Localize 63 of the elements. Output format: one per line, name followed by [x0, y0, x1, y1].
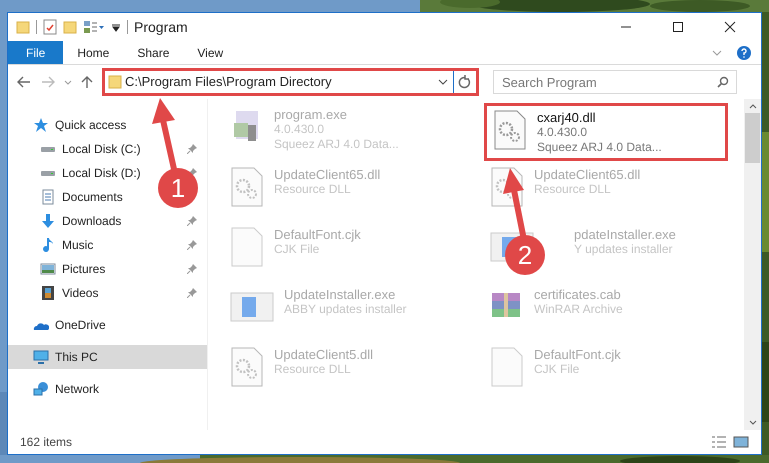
status-item-count: 162 items: [20, 434, 72, 451]
address-path: C:\Program Files\Program Directory: [125, 73, 332, 92]
details-view-icon[interactable]: [711, 435, 727, 449]
pin-icon[interactable]: [187, 264, 197, 274]
sidebar-item[interactable]: Downloads: [62, 212, 122, 230]
sidebar-item[interactable]: This PC: [55, 348, 98, 366]
file-detail: Squeez ARJ 4.0 Data...: [274, 137, 399, 152]
drive-icon: [40, 146, 56, 152]
view-list-icon[interactable]: [83, 20, 105, 34]
pin-icon[interactable]: [187, 240, 197, 250]
film-icon: [40, 285, 56, 301]
help-icon[interactable]: [737, 46, 751, 60]
sidebar-item[interactable]: Documents: [62, 188, 123, 206]
file-detail: 4.0.430.0: [537, 125, 588, 140]
ribbon-tab[interactable]: File: [8, 41, 64, 64]
network-globe-icon: [33, 381, 49, 397]
sidebar-item[interactable]: Local Disk (D:): [62, 164, 141, 182]
search-icon[interactable]: [717, 76, 729, 88]
ribbon-tab[interactable]: View: [183, 41, 238, 64]
window-title: Program: [134, 18, 188, 37]
sidebar-item[interactable]: Videos: [62, 284, 98, 302]
file-detail: Resource DLL: [274, 362, 352, 377]
pin-icon[interactable]: [187, 216, 197, 226]
pin-icon[interactable]: [187, 288, 197, 298]
ribbon-tab[interactable]: Home: [63, 41, 124, 64]
scrollbar-thumb[interactable]: [745, 113, 760, 163]
monitor-icon: [33, 349, 49, 365]
blank-file-icon: [490, 347, 524, 387]
sidebar-item[interactable]: Local Disk (C:): [62, 140, 141, 158]
file-detail: Squeez ARJ 4.0 Data...: [537, 140, 662, 155]
file-detail: 4.0.430.0: [274, 122, 326, 137]
file-detail: CJK File: [534, 362, 580, 377]
large-icons-view-icon[interactable]: [733, 435, 749, 449]
properties-icon[interactable]: [43, 19, 57, 35]
customize-toolbar-icon[interactable]: [111, 22, 121, 32]
down-arrow-icon: [40, 213, 56, 229]
pin-icon[interactable]: [187, 144, 197, 154]
blank-file-icon: [230, 227, 264, 267]
document-icon: [40, 189, 56, 205]
search-field[interactable]: Search Program: [493, 70, 737, 94]
sidebar-item[interactable]: OneDrive: [55, 316, 106, 334]
star-icon: [33, 117, 49, 133]
sidebar-item[interactable]: Music: [62, 236, 94, 254]
gear-file-icon: [230, 347, 264, 387]
picture-icon: [40, 261, 56, 277]
file-detail: Y updates installer: [574, 242, 674, 257]
file-detail: CJK File: [274, 242, 320, 257]
gear-file-icon: [230, 167, 264, 207]
sidebar-item[interactable]: Quick access: [55, 116, 126, 134]
gear-file-icon: [493, 110, 527, 150]
file-detail: Resource DLL: [534, 182, 612, 197]
address-bar[interactable]: C:\Program Files\Program Directory: [102, 68, 479, 96]
chevron-down-icon[interactable]: [437, 77, 449, 87]
file-detail: ABBY updates installer: [284, 302, 407, 317]
sidebar-item[interactable]: Network: [55, 380, 100, 398]
sidebar-item[interactable]: Pictures: [62, 260, 106, 278]
file-detail: WinRAR Archive: [534, 302, 623, 317]
file-detail: Resource DLL: [274, 182, 352, 197]
drive-icon: [40, 170, 56, 176]
file-name[interactable]: cxarj40.dll: [537, 110, 662, 125]
ribbon-tab[interactable]: Share: [123, 41, 184, 64]
folder-icon: [108, 75, 122, 89]
folder-icon: [16, 20, 30, 34]
